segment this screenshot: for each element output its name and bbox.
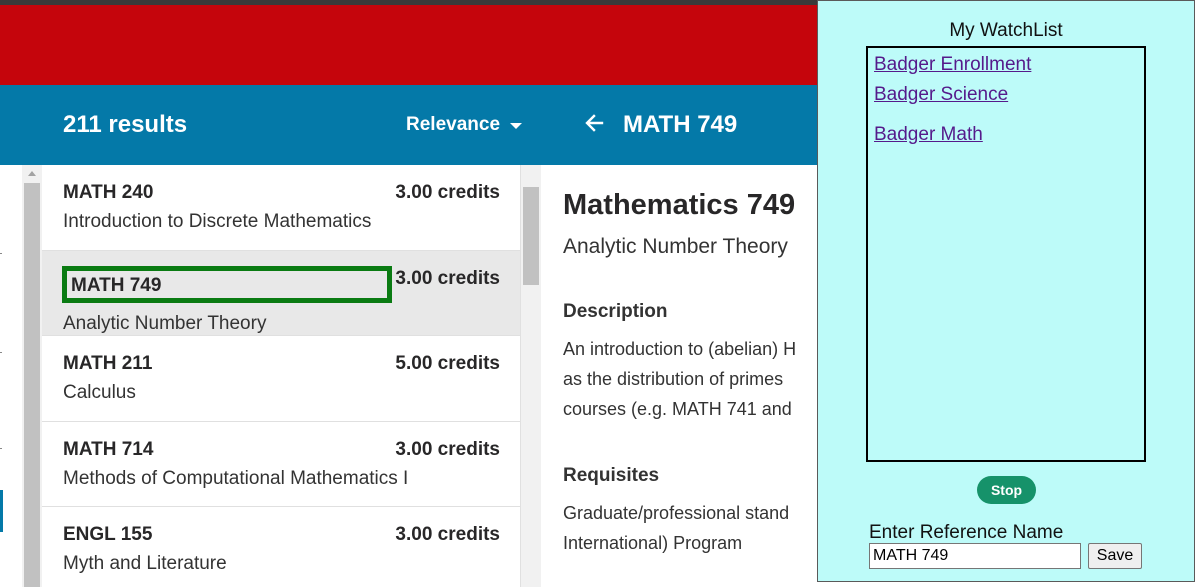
course-code: ENGL 155 <box>63 524 153 545</box>
left-edge-control[interactable] <box>0 490 3 532</box>
course-credits: 3.00 credits <box>395 267 500 289</box>
sort-label: Relevance <box>406 114 501 135</box>
results-count: 211 results <box>63 111 188 138</box>
left-gutter <box>0 165 22 587</box>
watchlist-link-badger-science[interactable]: Badger Science <box>874 83 1008 107</box>
gutter-tick <box>0 448 2 449</box>
requisites-line: Graduate/professional stand <box>563 503 790 523</box>
course-detail-panel: Mathematics 749 Analytic Number Theory D… <box>541 165 818 587</box>
stop-button[interactable]: Stop <box>977 476 1036 504</box>
scroll-up-arrow-icon[interactable] <box>28 171 36 176</box>
gutter-tick <box>0 253 2 254</box>
course-title: Analytic Number Theory <box>63 312 267 334</box>
reference-name-label: Enter Reference Name <box>869 522 1064 543</box>
requisites-heading: Requisites <box>563 465 660 486</box>
detail-header-title: MATH 749 <box>623 111 738 138</box>
save-button[interactable]: Save <box>1088 543 1142 569</box>
course-row-math-714[interactable]: MATH 714 3.00 credits Methods of Computa… <box>42 421 520 507</box>
detail-subtitle: Analytic Number Theory <box>563 235 788 258</box>
course-code: MATH 749 <box>71 274 162 296</box>
watchlist-link-badger-math[interactable]: Badger Math <box>874 123 983 147</box>
course-title: Methods of Computational Mathematics I <box>63 467 409 489</box>
course-credits: 3.00 credits <box>395 438 500 460</box>
watchlist-panel: My WatchList Badger Enrollment Badger Sc… <box>817 0 1195 582</box>
course-row-math-211[interactable]: MATH 211 5.00 credits Calculus <box>42 336 520 422</box>
scrollbar-thumb[interactable] <box>24 183 40 587</box>
course-code: MATH 211 <box>63 353 153 374</box>
course-row-math-240[interactable]: MATH 240 3.00 credits Introduction to Di… <box>42 165 520 251</box>
description-line: An introduction to (abelian) H <box>563 339 797 359</box>
requisites-line: International) Program <box>563 533 743 553</box>
watchlist-title: My WatchList <box>949 20 1063 41</box>
course-row-math-749[interactable]: MATH 749 3.00 credits Analytic Number Th… <box>42 250 520 336</box>
watchlist-box: Badger Enrollment Badger Science Badger … <box>866 46 1146 462</box>
arrow-left-icon[interactable] <box>582 110 606 136</box>
scrollbar-thumb[interactable] <box>523 187 539 285</box>
course-title: Calculus <box>63 382 136 403</box>
course-code: MATH 714 <box>63 438 154 460</box>
detail-title: Mathematics 749 <box>563 189 796 221</box>
reference-name-input[interactable] <box>869 543 1081 569</box>
description-line: as the distribution of primes <box>563 369 784 389</box>
course-title: Myth and Literature <box>63 553 227 574</box>
course-credits: 3.00 credits <box>395 182 500 203</box>
course-row-engl-155[interactable]: ENGL 155 3.00 credits Myth and Literatur… <box>42 507 520 587</box>
course-list-scrollbar[interactable] <box>22 165 42 587</box>
detail-scrollbar[interactable] <box>521 165 541 587</box>
selection-highlight-box: MATH 749 <box>62 265 392 303</box>
course-title: Introduction to Discrete Mathematics <box>63 211 372 232</box>
sort-dropdown[interactable]: Relevance <box>406 112 523 138</box>
course-credits: 3.00 credits <box>395 524 500 545</box>
course-list: MATH 240 3.00 credits Introduction to Di… <box>42 165 521 587</box>
description-line: courses (e.g. MATH 741 and <box>563 399 792 419</box>
description-heading: Description <box>563 301 668 322</box>
course-credits: 5.00 credits <box>395 353 500 374</box>
gutter-tick <box>0 352 2 353</box>
caret-down-icon <box>510 123 523 129</box>
course-code: MATH 240 <box>63 182 154 203</box>
watchlist-link-badger-enrollment[interactable]: Badger Enrollment <box>874 53 1031 77</box>
